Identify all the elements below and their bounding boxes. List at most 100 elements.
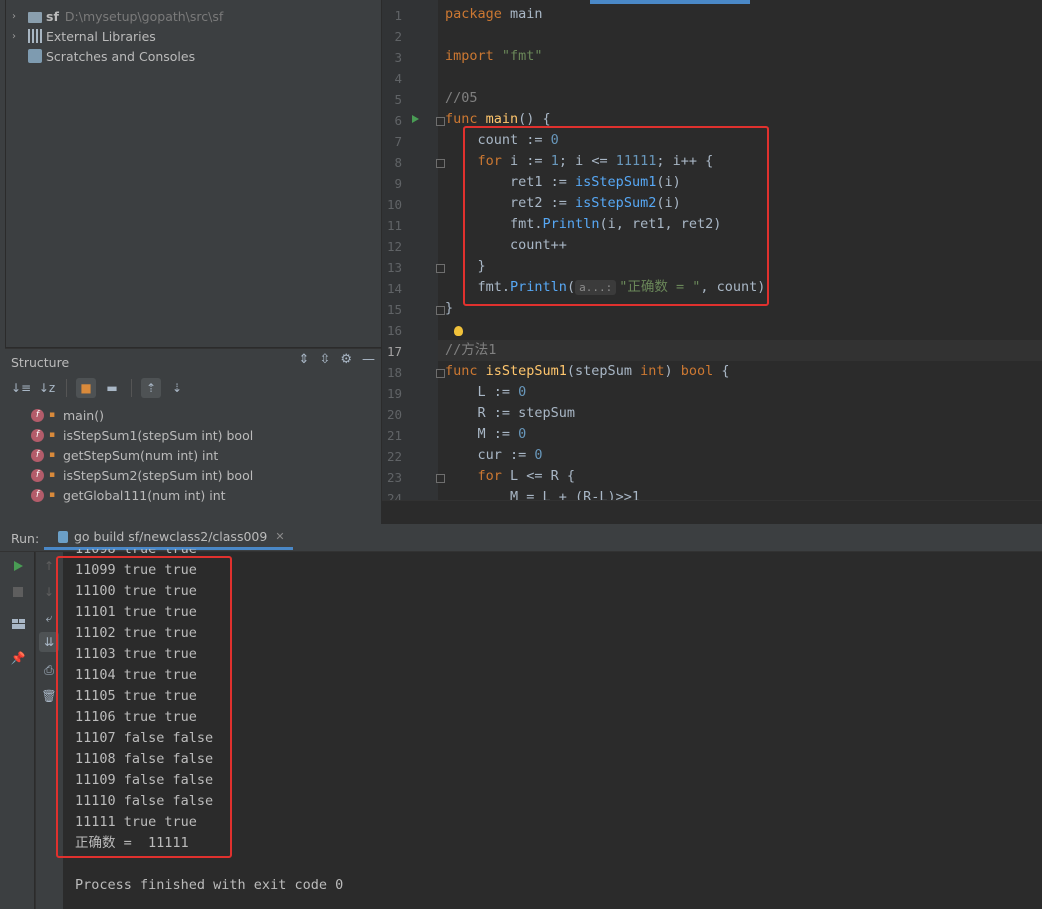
expand-all-icon[interactable]: ⇕: [299, 352, 310, 367]
structure-item-main[interactable]: f ▪ main(): [31, 405, 104, 425]
highlight-box-code: [463, 126, 769, 306]
print-icon[interactable]: ⎙: [41, 662, 57, 678]
tree-item-label: External Libraries: [46, 28, 156, 44]
active-tab-indicator: [590, 0, 750, 4]
show-non-public-icon[interactable]: ■: [76, 378, 96, 398]
pin-icon[interactable]: 📌: [10, 650, 26, 666]
line-number: 9: [394, 176, 402, 191]
run-tab[interactable]: go build sf/newclass2/class009 ✕: [44, 526, 293, 550]
code-line-1: package main: [445, 6, 543, 22]
stop-icon[interactable]: [10, 584, 26, 600]
fold-marker-icon[interactable]: [436, 369, 445, 378]
code-line-3: import "fmt": [445, 48, 543, 64]
lock-icon: ▪: [49, 409, 56, 420]
function-icon: f: [31, 428, 44, 442]
line-number: 8: [394, 155, 402, 170]
lock-icon: ▪: [49, 429, 56, 440]
output-process-finished: Process finished with exit code 0: [75, 877, 344, 893]
line-number: 23: [386, 470, 402, 485]
tree-item-label: sf: [46, 8, 59, 24]
gear-icon[interactable]: ⚙: [340, 352, 352, 367]
code-line-20: R := stepSum: [445, 405, 576, 421]
tree-item-label: Scratches and Consoles: [46, 48, 196, 64]
sort-visibility-icon[interactable]: ↓≡: [11, 378, 31, 398]
project-tree-panel: › sf D:\mysetup\gopath\src\sf › External…: [0, 0, 381, 909]
structure-panel: Structure ⇕ ⇳ ⚙ — ↓≡ ↓z ■ ▬ ⇡ ⇣ f ▪ main(…: [5, 348, 381, 524]
chevron-right-icon[interactable]: ›: [12, 11, 24, 22]
line-number: 7: [394, 134, 402, 149]
current-line-highlight: [438, 340, 1042, 361]
line-number: 21: [386, 428, 402, 443]
line-number: 11: [386, 218, 402, 233]
code-line-22: cur := 0: [445, 447, 543, 463]
collapse-all-icon[interactable]: ⇳: [319, 352, 330, 367]
line-number: 2: [394, 29, 402, 44]
structure-item-isstepsum1[interactable]: f ▪ isStepSum1(stepSum int) bool: [31, 425, 253, 445]
code-line-21: M := 0: [445, 426, 527, 442]
soft-wrap-icon[interactable]: ⤶: [41, 610, 57, 626]
tree-item-scratches[interactable]: Scratches and Consoles: [12, 46, 195, 66]
autoscroll-to-source-icon[interactable]: ⇡: [141, 378, 161, 398]
run-gutter-icon[interactable]: [412, 115, 419, 123]
fold-marker-icon[interactable]: [436, 264, 445, 273]
code-line-23: for L <= R {: [445, 468, 576, 484]
line-number: 16: [386, 323, 402, 338]
code-line-17: //方法1: [445, 342, 497, 358]
highlight-box-output: [56, 556, 232, 858]
run-panel: Run: go build sf/newclass2/class009 ✕ 📌 …: [0, 524, 1042, 909]
run-tab-title: go build sf/newclass2/class009: [74, 529, 268, 544]
line-number: 1: [394, 8, 402, 23]
line-number: 12: [386, 239, 402, 254]
structure-title: Structure: [11, 355, 70, 370]
editor-horizontal-scrollbar[interactable]: [382, 500, 1042, 525]
autoscroll-from-source-icon[interactable]: ⇣: [167, 378, 187, 398]
tree-item-path: D:\mysetup\gopath\src\sf: [64, 8, 224, 24]
structure-item-getglobal111[interactable]: f ▪ getGlobal111(num int) int: [31, 485, 226, 505]
function-icon: f: [31, 488, 44, 502]
line-number: 5: [394, 92, 402, 107]
code-line-19: L := 0: [445, 384, 527, 400]
show-fields-icon[interactable]: ▬: [102, 378, 122, 398]
sort-alphabetically-icon[interactable]: ↓z: [37, 378, 57, 398]
code-line-18: func isStepSum1(stepSum int) bool {: [445, 363, 730, 379]
structure-item-getstepsum[interactable]: f ▪ getStepSum(num int) int: [31, 445, 218, 465]
structure-item-isstepsum2[interactable]: f ▪ isStepSum2(stepSum int) bool: [31, 465, 253, 485]
line-number: 18: [386, 365, 402, 380]
fold-marker-icon[interactable]: [436, 306, 445, 315]
line-number: 19: [386, 386, 402, 401]
line-number-current: 17: [386, 344, 402, 359]
line-number: 6: [394, 113, 402, 128]
chevron-right-icon[interactable]: ›: [12, 31, 24, 42]
lock-icon: ▪: [49, 489, 56, 500]
line-number: 13: [386, 260, 402, 275]
layout-icon[interactable]: [10, 616, 26, 632]
function-icon: f: [31, 408, 44, 422]
scroll-up-icon[interactable]: ↑: [41, 558, 57, 574]
close-icon[interactable]: ✕: [275, 530, 284, 543]
line-number: 24: [386, 491, 402, 500]
fold-marker-icon[interactable]: [436, 159, 445, 168]
function-icon: f: [31, 468, 44, 482]
tree-item-sf[interactable]: › sf D:\mysetup\gopath\src\sf: [12, 6, 223, 26]
lock-icon: ▪: [49, 469, 56, 480]
code-line-15: }: [445, 300, 454, 316]
lock-icon: ▪: [49, 449, 56, 460]
fold-marker-icon[interactable]: [436, 117, 445, 126]
scroll-down-icon[interactable]: ↓: [41, 584, 57, 600]
trash-icon[interactable]: 🗑: [41, 688, 57, 704]
tree-item-external-libraries[interactable]: › External Libraries: [12, 26, 156, 46]
code-editor[interactable]: 1 2 3 4 5 6 7 8 9 10 11 12 13 14 15 16 1…: [382, 0, 1042, 500]
run-panel-header: Run: go build sf/newclass2/class009 ✕: [0, 524, 1042, 552]
line-number: 10: [386, 197, 402, 212]
function-icon: f: [31, 448, 44, 462]
code-line-24: M = L + (R-L)>>1: [445, 489, 641, 500]
rerun-icon[interactable]: [10, 558, 26, 574]
line-number: 15: [386, 302, 402, 317]
lightbulb-icon[interactable]: [454, 326, 463, 336]
minimize-icon[interactable]: —: [362, 352, 375, 367]
go-file-icon: [58, 530, 68, 543]
line-number: 4: [394, 71, 402, 86]
line-number: 20: [386, 407, 402, 422]
fold-marker-icon[interactable]: [436, 474, 445, 483]
editor-gutter: 1 2 3 4 5 6 7 8 9 10 11 12 13 14 15 16 1…: [382, 0, 438, 500]
